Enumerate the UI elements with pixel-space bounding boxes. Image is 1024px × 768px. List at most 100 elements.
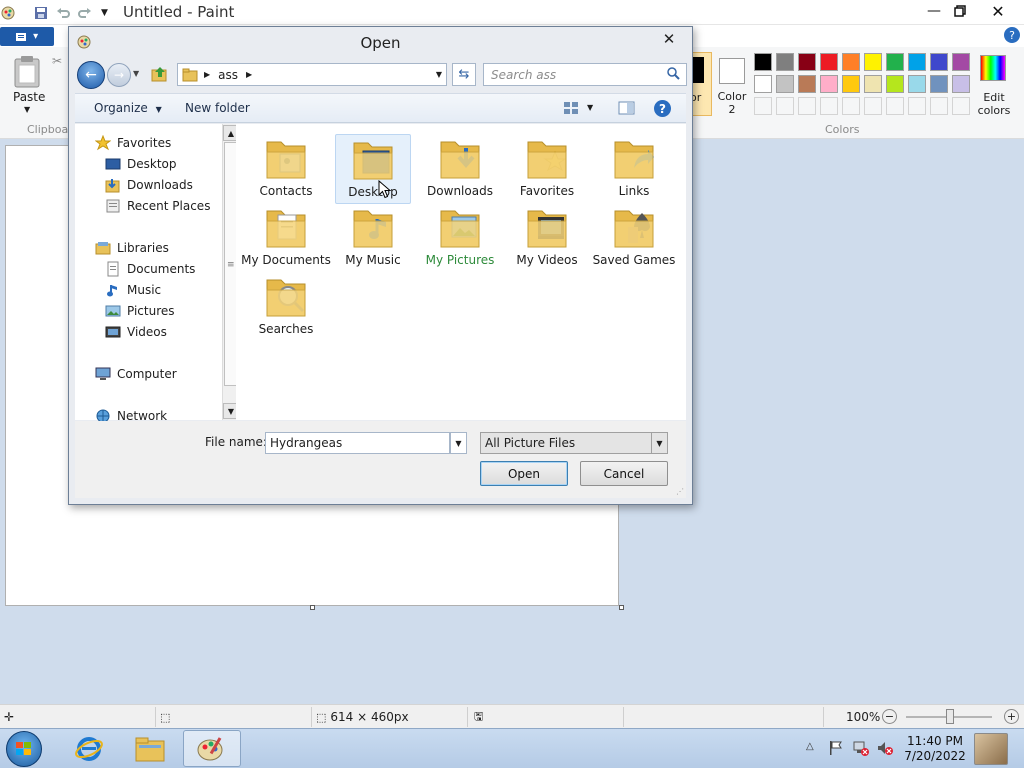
view-options-dropdown-icon[interactable]: ▼ — [587, 103, 593, 112]
palette-swatch[interactable] — [952, 75, 970, 93]
help-icon[interactable]: ? — [1004, 27, 1020, 43]
folder-favorites[interactable]: Favorites — [509, 134, 585, 204]
canvas-resize-handle-bottom[interactable] — [310, 605, 315, 610]
show-hidden-icons-button[interactable]: △ — [806, 741, 814, 752]
undo-icon[interactable] — [54, 4, 71, 21]
breadcrumb-chevron-icon[interactable]: ▶ — [204, 70, 210, 79]
folder-downloads[interactable]: Downloads — [422, 134, 498, 204]
user-avatar-thumbnail[interactable] — [974, 733, 1008, 765]
nav-videos[interactable]: Videos — [105, 322, 167, 342]
file-type-dropdown-icon[interactable]: ▼ — [651, 432, 668, 454]
palette-swatch[interactable] — [886, 75, 904, 93]
nav-music[interactable]: Music — [105, 280, 161, 300]
breadcrumb-chevron-icon[interactable]: ▶ — [246, 70, 252, 79]
zoom-out-button[interactable]: − — [882, 709, 897, 724]
open-button[interactable]: Open — [480, 461, 568, 486]
help-icon[interactable]: ? — [654, 100, 671, 117]
paste-dropdown-icon[interactable]: ▼ — [24, 105, 30, 114]
palette-custom-slot[interactable] — [820, 97, 838, 115]
paint-app-icon[interactable] — [0, 4, 17, 21]
palette-custom-slot[interactable] — [864, 97, 882, 115]
folder-my-pictures[interactable]: My Pictures — [422, 203, 498, 273]
cancel-button[interactable]: Cancel — [580, 461, 668, 486]
zoom-slider-thumb[interactable] — [946, 709, 954, 724]
zoom-in-button[interactable]: + — [1004, 709, 1019, 724]
change-view-icon[interactable] — [563, 100, 579, 119]
address-bar[interactable]: ▶ ass ▶ ▼ — [177, 63, 447, 86]
folder-contacts[interactable]: Contacts — [248, 134, 324, 204]
start-button[interactable] — [6, 731, 42, 767]
palette-custom-slot[interactable] — [842, 97, 860, 115]
palette-custom-slot[interactable] — [886, 97, 904, 115]
maximize-button[interactable] — [944, 0, 976, 22]
folder-searches[interactable]: Searches — [248, 272, 324, 342]
palette-custom-slot[interactable] — [776, 97, 794, 115]
customize-quick-access-icon[interactable]: ▼ — [96, 4, 113, 21]
forward-arrow-icon[interactable]: → — [107, 63, 131, 87]
nav-pictures[interactable]: Pictures — [105, 301, 175, 321]
palette-swatch[interactable] — [952, 53, 970, 71]
color2-label[interactable]: Color 2 — [713, 90, 751, 116]
nav-libraries[interactable]: Libraries — [95, 238, 169, 258]
file-name-dropdown-icon[interactable]: ▼ — [450, 432, 467, 454]
palette-swatch[interactable] — [820, 75, 838, 93]
paint-taskbar-icon[interactable] — [183, 730, 241, 767]
palette-custom-slot[interactable] — [754, 97, 772, 115]
nav-desktop[interactable]: Desktop — [105, 154, 177, 174]
recent-locations-dropdown-icon[interactable]: ▼ — [133, 69, 139, 78]
internet-explorer-icon[interactable] — [60, 730, 118, 767]
folder-my-videos[interactable]: My Videos — [509, 203, 585, 273]
palette-custom-slot[interactable] — [908, 97, 926, 115]
palette-swatch[interactable] — [798, 75, 816, 93]
close-button[interactable]: ✕ — [982, 0, 1014, 22]
palette-swatch[interactable] — [930, 53, 948, 71]
folder-my-documents[interactable]: My Documents — [241, 203, 331, 273]
nav-documents[interactable]: Documents — [105, 259, 195, 279]
file-explorer-icon[interactable] — [121, 730, 179, 767]
palette-custom-slot[interactable] — [952, 97, 970, 115]
search-icon[interactable] — [667, 67, 680, 83]
paste-icon[interactable] — [12, 55, 42, 89]
network-status-icon[interactable] — [852, 740, 870, 759]
volume-muted-icon[interactable] — [876, 740, 894, 759]
nav-computer[interactable]: Computer — [95, 364, 177, 384]
file-type-select[interactable]: All Picture Files — [480, 432, 653, 454]
palette-swatch[interactable] — [908, 53, 926, 71]
nav-favorites[interactable]: Favorites — [95, 133, 171, 153]
palette-swatch[interactable] — [908, 75, 926, 93]
refresh-icon[interactable]: ⇆ — [452, 63, 476, 86]
palette-swatch[interactable] — [886, 53, 904, 71]
canvas-resize-handle-corner[interactable] — [619, 605, 624, 610]
folder-desktop[interactable]: Desktop — [335, 134, 411, 204]
clock[interactable]: 11:40 PM 7/20/2022 — [902, 734, 968, 764]
save-icon[interactable] — [32, 4, 49, 21]
palette-swatch[interactable] — [798, 53, 816, 71]
palette-swatch[interactable] — [820, 53, 838, 71]
palette-swatch[interactable] — [842, 53, 860, 71]
palette-swatch[interactable] — [930, 75, 948, 93]
preview-pane-icon[interactable] — [618, 100, 635, 119]
folder-my-music[interactable]: My Music — [335, 203, 411, 273]
action-center-flag-icon[interactable] — [828, 740, 844, 759]
edit-colors-label[interactable]: Edit colors — [972, 91, 1016, 117]
paste-label[interactable]: Paste — [13, 90, 45, 104]
edit-colors-icon[interactable] — [980, 55, 1006, 81]
paint-menu-button[interactable]: ▾ — [0, 27, 54, 46]
dialog-titlebar[interactable]: Open ✕ — [69, 27, 692, 57]
folder-links[interactable]: Links — [596, 134, 672, 204]
redo-icon[interactable] — [76, 4, 93, 21]
palette-swatch[interactable] — [842, 75, 860, 93]
new-folder-button[interactable]: New folder — [185, 101, 250, 115]
address-dropdown-icon[interactable]: ▼ — [436, 70, 442, 79]
file-name-input[interactable]: Hydrangeas — [265, 432, 450, 454]
folder-saved-games[interactable]: Saved Games — [593, 203, 675, 273]
palette-custom-slot[interactable] — [930, 97, 948, 115]
search-input[interactable]: Search ass — [483, 63, 687, 86]
palette-swatch[interactable] — [754, 75, 772, 93]
palette-swatch[interactable] — [864, 53, 882, 71]
nav-recent-places[interactable]: Recent Places — [105, 196, 210, 216]
file-list-pane[interactable]: Contacts Desktop Downloads Favorites Links My… — [236, 124, 686, 420]
back-arrow-icon[interactable]: ← — [77, 61, 105, 89]
dialog-close-button[interactable]: ✕ — [658, 29, 680, 49]
cut-icon[interactable]: ✂ — [52, 54, 62, 68]
